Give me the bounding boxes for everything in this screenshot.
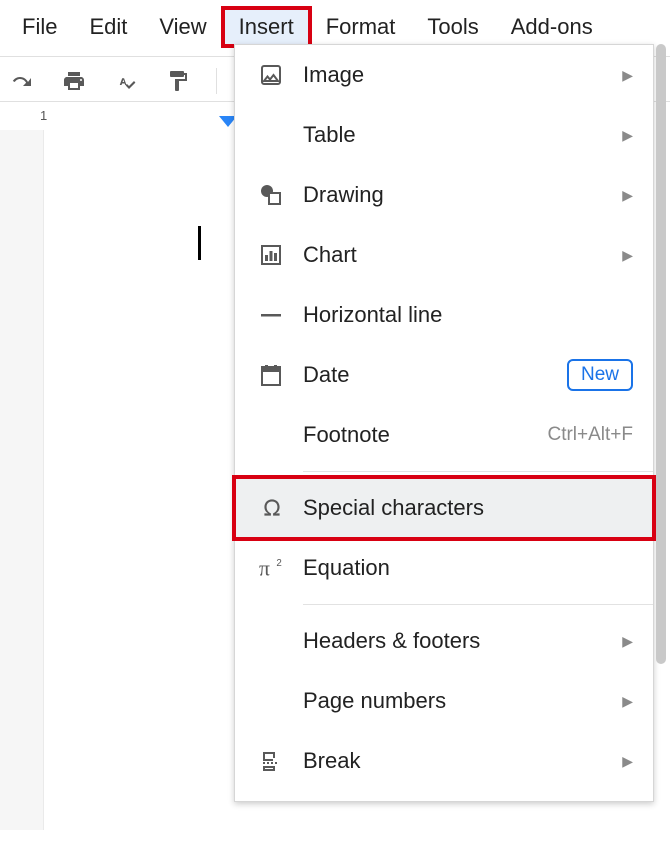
submenu-arrow-icon: ▶	[622, 633, 633, 650]
svg-text:π: π	[259, 557, 270, 581]
equation-icon: π2	[259, 555, 303, 581]
drawing-icon	[259, 183, 303, 207]
menu-item-equation[interactable]: π2 Equation	[235, 538, 653, 598]
menu-divider	[303, 604, 653, 605]
menu-item-table[interactable]: Table ▶	[235, 105, 653, 165]
menu-item-label: Special characters	[303, 495, 633, 521]
vertical-scrollbar[interactable]	[656, 44, 666, 664]
menubar-tools[interactable]: Tools	[411, 8, 494, 46]
menu-item-horizontal-line[interactable]: Horizontal line	[235, 285, 653, 345]
menu-item-page-numbers[interactable]: Page numbers ▶	[235, 671, 653, 731]
date-icon	[259, 363, 303, 387]
submenu-arrow-icon: ▶	[622, 67, 633, 84]
menu-item-label: Date	[303, 362, 567, 388]
menu-divider	[303, 471, 653, 472]
menubar-file[interactable]: File	[6, 8, 73, 46]
menu-item-label: Drawing	[303, 182, 622, 208]
new-badge: New	[567, 359, 633, 391]
menu-item-label: Break	[303, 748, 622, 774]
menu-item-label: Horizontal line	[303, 302, 633, 328]
menu-item-special-characters[interactable]: Special characters	[235, 478, 653, 538]
menu-item-label: Headers & footers	[303, 628, 622, 654]
ruler-number: 1	[40, 108, 47, 123]
omega-icon	[259, 495, 303, 521]
menu-item-label: Chart	[303, 242, 622, 268]
menu-item-label: Page numbers	[303, 688, 622, 714]
paint-format-icon[interactable]	[164, 67, 192, 95]
submenu-arrow-icon: ▶	[622, 693, 633, 710]
insert-dropdown: Image ▶ Table ▶ Drawing ▶ Chart ▶ Horizo…	[234, 44, 654, 802]
svg-text:2: 2	[276, 558, 281, 569]
hline-icon	[259, 303, 303, 327]
menu-item-chart[interactable]: Chart ▶	[235, 225, 653, 285]
redo-icon[interactable]	[8, 67, 36, 95]
menubar-view[interactable]: View	[143, 8, 222, 46]
chart-icon	[259, 243, 303, 267]
menubar-format[interactable]: Format	[310, 8, 412, 46]
break-icon	[259, 749, 303, 773]
print-icon[interactable]	[60, 67, 88, 95]
submenu-arrow-icon: ▶	[622, 753, 633, 770]
menubar-addons[interactable]: Add-ons	[495, 8, 609, 46]
toolbar-separator	[216, 68, 217, 94]
keyboard-shortcut: Ctrl+Alt+F	[547, 424, 633, 446]
menu-item-date[interactable]: Date New	[235, 345, 653, 405]
spellcheck-icon[interactable]	[112, 67, 140, 95]
menubar-insert[interactable]: Insert	[223, 8, 310, 46]
page-gutter	[0, 130, 44, 830]
menu-item-drawing[interactable]: Drawing ▶	[235, 165, 653, 225]
menu-item-label: Equation	[303, 555, 633, 581]
submenu-arrow-icon: ▶	[622, 247, 633, 264]
menu-item-label: Table	[303, 122, 622, 148]
menubar-edit[interactable]: Edit	[73, 8, 143, 46]
submenu-arrow-icon: ▶	[622, 127, 633, 144]
submenu-arrow-icon: ▶	[622, 187, 633, 204]
menu-item-label: Footnote	[303, 422, 547, 448]
menu-item-headers-footers[interactable]: Headers & footers ▶	[235, 611, 653, 671]
menu-item-label: Image	[303, 62, 622, 88]
menu-item-break[interactable]: Break ▶	[235, 731, 653, 791]
menu-item-footnote[interactable]: Footnote Ctrl+Alt+F	[235, 405, 653, 465]
image-icon	[259, 63, 303, 87]
menu-item-image[interactable]: Image ▶	[235, 45, 653, 105]
text-cursor	[198, 226, 201, 260]
